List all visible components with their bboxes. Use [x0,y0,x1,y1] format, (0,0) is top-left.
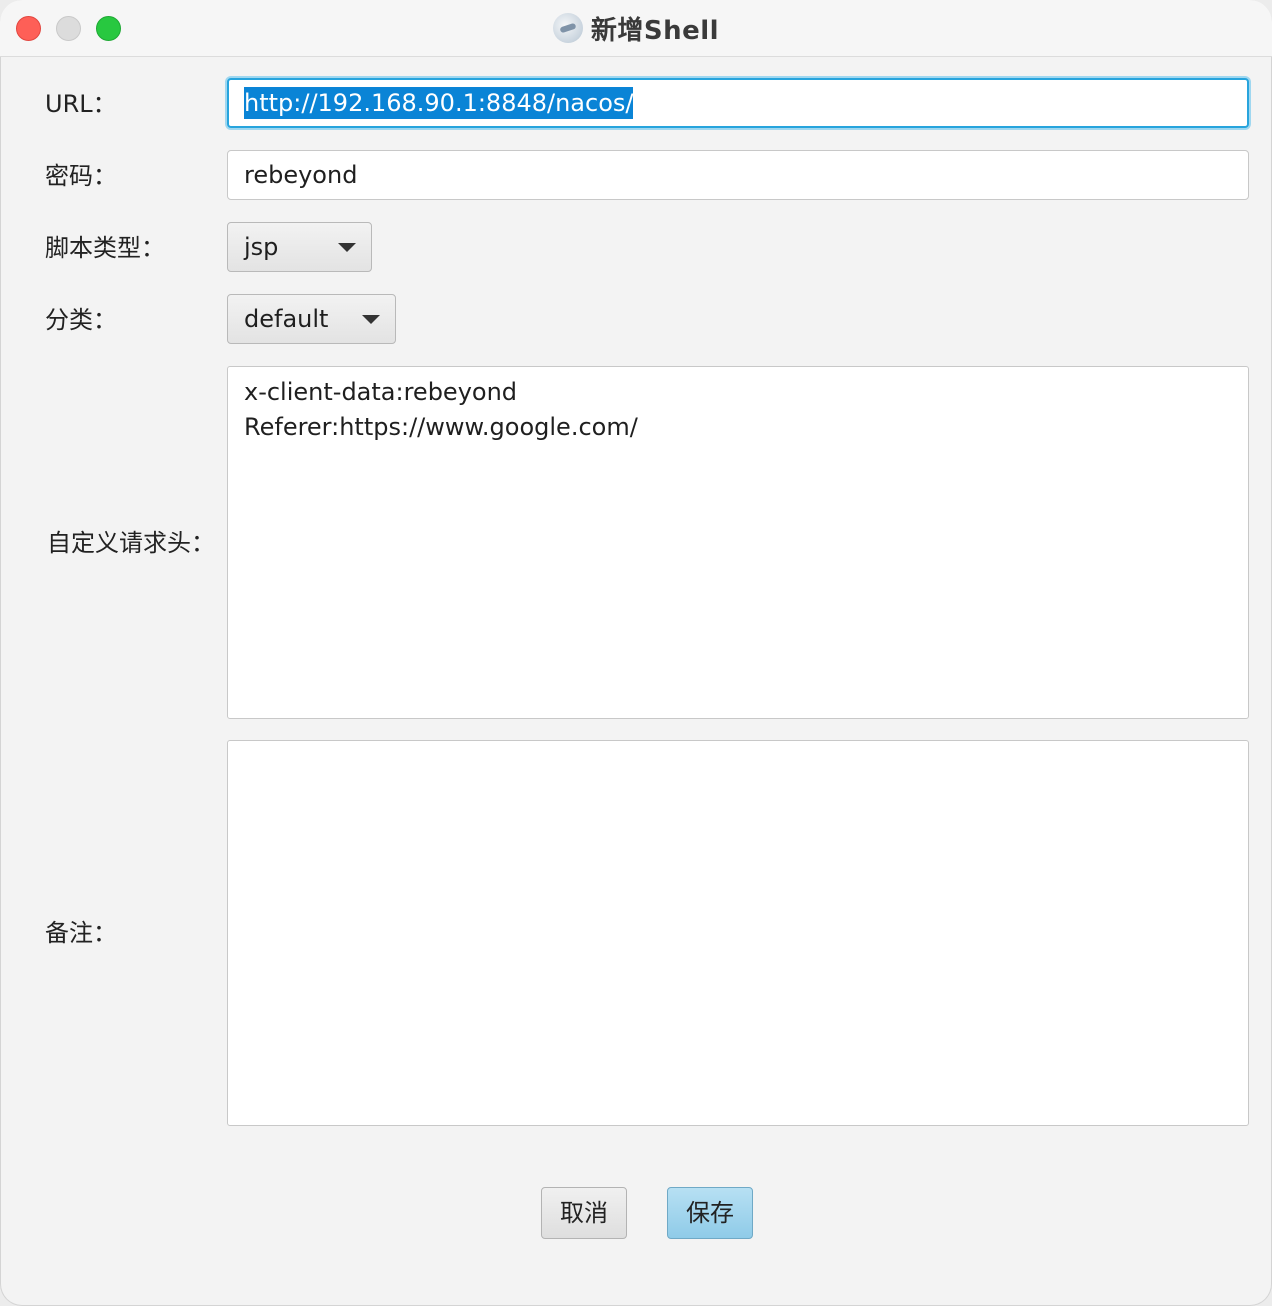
add-shell-dialog: 新增Shell URL： http://192.168.90.1:8848/na… [0,0,1272,1306]
category-label: 分类： [45,306,117,334]
password-label: 密码： [45,162,117,190]
script-type-selected: jsp [244,233,279,261]
window-title: 新增Shell [590,15,720,46]
chevron-down-icon [362,315,380,324]
custom-headers-label: 自定义请求头： [47,529,215,557]
shell-app-icon [552,13,583,43]
remarks-label: 备注： [45,919,117,947]
url-value: http://192.168.90.1:8848/nacos/ [244,87,634,119]
category-select[interactable]: default [227,294,396,344]
url-input[interactable]: http://192.168.90.1:8848/nacos/ [227,78,1249,128]
password-input[interactable]: rebeyond [227,150,1249,200]
url-label: URL： [45,90,117,118]
save-button[interactable]: 保存 [667,1187,753,1239]
remarks-textarea[interactable] [227,740,1249,1126]
category-selected: default [244,305,329,333]
script-type-select[interactable]: jsp [227,222,372,272]
title-bar[interactable]: 新增Shell [0,0,1272,57]
script-type-label: 脚本类型： [45,234,165,262]
custom-header-line: x-client-data:rebeyond [244,378,518,406]
chevron-down-icon [338,243,356,252]
password-value: rebeyond [244,161,358,189]
custom-headers-textarea[interactable]: x-client-data:rebeyond Referer:https://w… [227,366,1249,719]
cancel-button[interactable]: 取消 [541,1187,627,1239]
custom-header-line: Referer:https://www.google.com/ [244,413,638,441]
window-title-group: 新增Shell [0,10,1272,46]
